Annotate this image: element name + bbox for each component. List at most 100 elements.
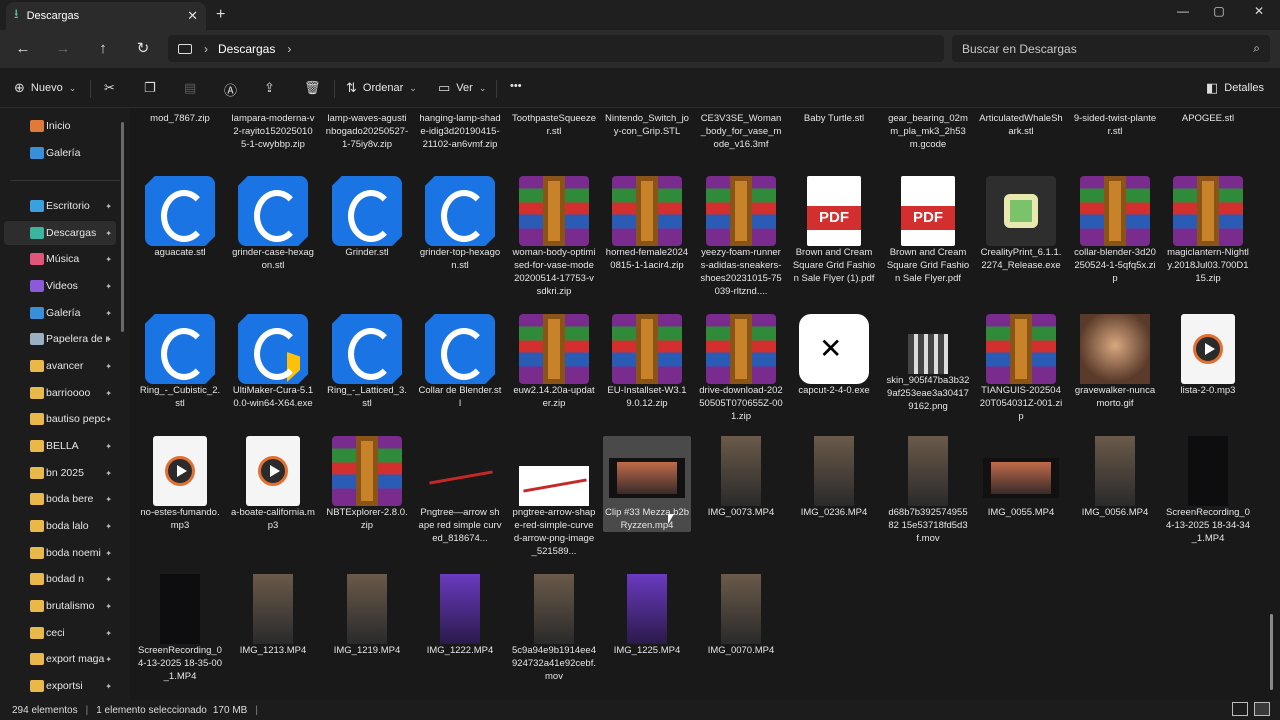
sidebar-item[interactable]: bn 2025 ✦	[4, 461, 116, 485]
file-item[interactable]: euw2.14.20a-updater.zip	[510, 314, 598, 410]
large-icons-view-button[interactable]	[1254, 702, 1270, 716]
file-item[interactable]: IMG_1219.MP4	[323, 574, 411, 657]
file-item[interactable]: IMG_0236.MP4	[790, 436, 878, 519]
sidebar-item[interactable]: bautiso pepc ✦	[4, 407, 116, 431]
file-item[interactable]: lista-2-0.mp3	[1164, 314, 1252, 397]
file-item[interactable]: IMG_0073.MP4	[697, 436, 785, 519]
sort-button[interactable]: ⇅ Ordenar ⌄	[346, 80, 417, 96]
file-item[interactable]: APOGEE.stl	[1164, 108, 1252, 125]
delete-icon[interactable]: 🗑	[304, 80, 321, 96]
file-item[interactable]: no-estes-fumando.mp3	[136, 436, 224, 532]
file-item[interactable]: gear_bearing_02mm_pla_mk3_2h53m.gcode	[884, 108, 972, 151]
file-item[interactable]: magiclantern-Nightly.2018Jul03.700D115.z…	[1164, 176, 1252, 285]
file-item[interactable]: pngtree-arrow-shape-red-simple-curved-ar…	[510, 436, 598, 558]
file-item[interactable]: NBTExplorer-2.8.0.zip	[323, 436, 411, 532]
tab-descargas[interactable]: ⭳ Descargas ✕	[6, 2, 206, 30]
file-item[interactable]: a-boate-california.mp3	[229, 436, 317, 532]
breadcrumb-separator[interactable]: ›	[204, 42, 208, 56]
file-item[interactable]: horned-female20240815-1-1acir4.zip	[603, 176, 691, 272]
file-item[interactable]: woman-body-optimised-for-vase-mode202005…	[510, 176, 598, 298]
file-item[interactable]: Grinder.stl	[323, 176, 411, 259]
file-item[interactable]: EU-Installset-W3.19.0.12.zip	[603, 314, 691, 410]
file-item[interactable]: collar-blender-3d20250524-1-5qfq5x.zip	[1071, 176, 1159, 285]
file-item[interactable]: 9-sided-twist-planter.stl	[1071, 108, 1159, 138]
minimize-button[interactable]: —	[1168, 4, 1198, 18]
address-bar[interactable]: › Descargas ›	[168, 35, 944, 62]
sidebar-item[interactable]: Música ✦	[4, 247, 116, 271]
file-item[interactable]: PDF Brown and Cream Square Grid Fashion S…	[790, 176, 878, 285]
sidebar-scrollbar[interactable]	[121, 122, 124, 332]
sidebar-item[interactable]: Descargas ✦	[4, 221, 116, 245]
sidebar-item[interactable]: Escritorio ✦	[4, 194, 116, 218]
up-button[interactable]: ↑	[92, 39, 114, 59]
file-item[interactable]: yeezy-foam-runners-adidas-sneakers-shoes…	[697, 176, 785, 298]
file-item[interactable]: ✕ capcut-2-4-0.exe	[790, 314, 878, 397]
file-item[interactable]: IMG_1213.MP4	[229, 574, 317, 657]
file-item[interactable]: lampara-moderna-v2-rayito1520250105-1-cw…	[229, 108, 317, 151]
rename-icon[interactable]: Ⓐ	[224, 80, 237, 99]
breadcrumb-descargas[interactable]: Descargas	[218, 42, 275, 56]
file-item[interactable]: Ring_-_Cubistic_2.stl	[136, 314, 224, 410]
file-item[interactable]: mod_7867.zip	[136, 108, 224, 125]
file-item[interactable]: gravewalker-nuncamorto.gif	[1071, 314, 1159, 410]
close-window-button[interactable]: ✕	[1244, 4, 1274, 18]
breadcrumb-chevron[interactable]: ›	[287, 42, 291, 56]
details-view-button[interactable]	[1232, 702, 1248, 716]
sidebar-item[interactable]: Galería	[4, 141, 116, 165]
file-item[interactable]: ScreenRecording_04-13-2025 18-35-00_1.MP…	[136, 574, 224, 683]
sidebar-item[interactable]: brutalismo ✦	[4, 594, 116, 618]
file-item[interactable]: Nintendo_Switch_joy-con_Grip.STL	[603, 108, 691, 138]
file-item[interactable]: CE3V3SE_Woman_body_for_vase_mode_v16.3mf	[697, 108, 785, 151]
back-button[interactable]: ←	[12, 39, 34, 59]
sidebar-item[interactable]: ceci ✦	[4, 621, 116, 645]
new-button[interactable]: ⊕ Nuevo ⌄	[14, 80, 76, 96]
file-item[interactable]: aguacate.stl	[136, 176, 224, 259]
new-tab-button[interactable]: +	[216, 6, 225, 24]
file-item[interactable]: PDF Brown and Cream Square Grid Fashion S…	[884, 176, 972, 285]
sidebar-item[interactable]: Inicio	[4, 114, 116, 138]
paste-icon[interactable]: ▤	[184, 80, 196, 96]
file-item[interactable]: Ring_-_Latticed_3.stl	[323, 314, 411, 410]
file-item[interactable]: drive-download-20250505T070655Z-001.zip	[697, 314, 785, 423]
file-item[interactable]: ToothpasteSqueezer.stl	[510, 108, 598, 138]
file-item[interactable]: TIANGUIS-20250420T054031Z-001.zip	[977, 314, 1065, 423]
share-icon[interactable]: ⇪	[264, 80, 275, 96]
file-item[interactable]: IMG_0056.MP4	[1071, 436, 1159, 519]
file-item[interactable]: skin_905f47ba3b329af253eae3a304179162.pn…	[884, 314, 972, 413]
file-item[interactable]: IMG_1225.MP4	[603, 574, 691, 657]
sidebar-item[interactable]: barrioooo ✦	[4, 381, 116, 405]
file-item[interactable]: grinder-case-hexagon.stl	[229, 176, 317, 272]
sidebar-item[interactable]: boda noemi ✦	[4, 541, 116, 565]
sidebar-item[interactable]: export maga ✦	[4, 647, 116, 671]
file-item[interactable]: Pngtree—arrow shape red simple curved_81…	[416, 436, 504, 545]
copy-icon[interactable]: ❐	[144, 80, 156, 96]
computer-icon[interactable]	[178, 43, 192, 54]
file-item[interactable]: Collar de Blender.stl	[416, 314, 504, 410]
file-item[interactable]: 5c9a94e9b1914ee4924732a41e92cebf.mov	[510, 574, 598, 683]
file-item[interactable]: UltiMaker-Cura-5.10.0-win64-X64.exe	[229, 314, 317, 410]
cut-icon[interactable]: ✂	[104, 80, 115, 96]
sidebar-item[interactable]: boda lalo ✦	[4, 514, 116, 538]
file-item[interactable]: CrealityPrint_6.1.1.2274_Release.exe	[977, 176, 1065, 272]
file-item[interactable]: lamp-waves-agustinbogado20250527-1-75iy8…	[323, 108, 411, 151]
content-scrollbar[interactable]	[1270, 614, 1273, 690]
close-tab-icon[interactable]: ✕	[187, 8, 198, 24]
file-item[interactable]: Baby Turtle.stl	[790, 108, 878, 125]
file-item[interactable]: hanging-lamp-shade-idig3d20190415-21102-…	[416, 108, 504, 151]
sidebar-item[interactable]: Papelera de r ✦	[4, 327, 116, 351]
file-item[interactable]: ArticulatedWhaleShark.stl	[977, 108, 1065, 138]
file-item[interactable]: IMG_0055.MP4	[977, 436, 1065, 519]
sidebar-item[interactable]: boda bere ✦	[4, 487, 116, 511]
search-input[interactable]: Buscar en Descargas ⌕	[952, 35, 1270, 62]
forward-button[interactable]: →	[52, 39, 74, 59]
sidebar-item[interactable]: exportsi ✦	[4, 674, 116, 698]
details-button[interactable]: ◧ Detalles	[1206, 80, 1264, 96]
sidebar-item[interactable]: bodad n ✦	[4, 567, 116, 591]
file-item[interactable]: IMG_0070.MP4	[697, 574, 785, 657]
sidebar-item[interactable]: avancer ✦	[4, 354, 116, 378]
file-item[interactable]: grinder-top-hexagon.stl	[416, 176, 504, 272]
file-item[interactable]: ScreenRecording_04-13-2025 18-34-34_1.MP…	[1164, 436, 1252, 545]
sidebar-item[interactable]: BELLA ✦	[4, 434, 116, 458]
maximize-button[interactable]: ▢	[1204, 4, 1234, 18]
more-options-button[interactable]: •••	[510, 80, 522, 92]
